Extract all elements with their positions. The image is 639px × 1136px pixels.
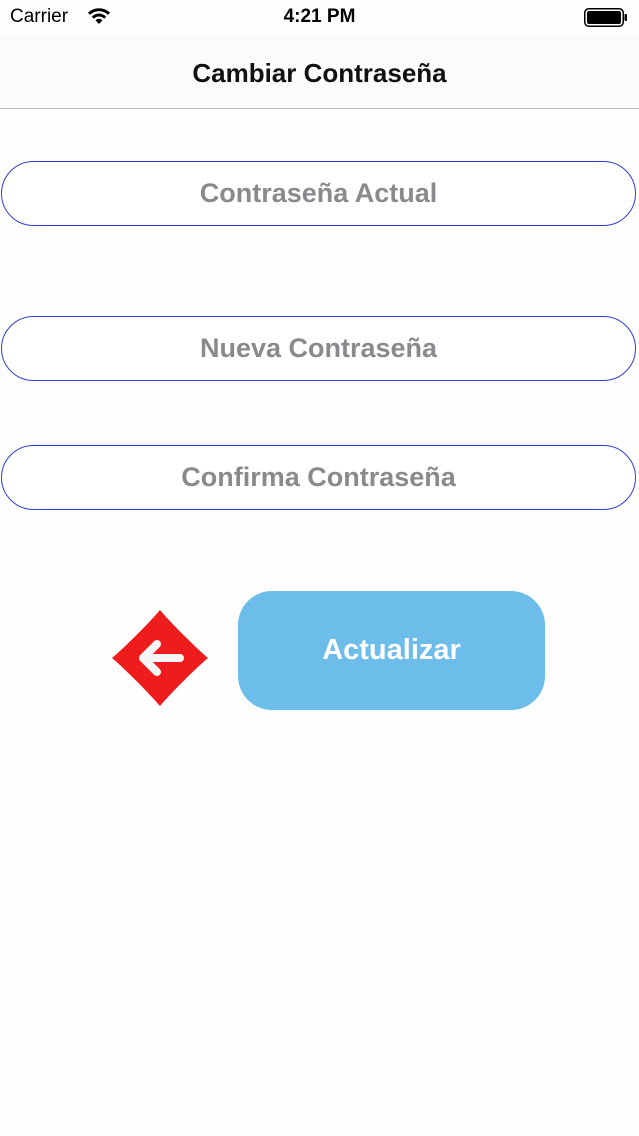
change-password-screen: Carrier 4:21 PM Cambiar Contraseña Actua…	[0, 0, 639, 1136]
back-button[interactable]	[110, 608, 210, 708]
battery-icon	[584, 8, 627, 27]
new-password-input[interactable]	[31, 332, 606, 365]
page-title: Cambiar Contraseña	[192, 58, 447, 88]
status-time: 4:21 PM	[283, 6, 356, 27]
current-password-input[interactable]	[31, 177, 606, 210]
confirm-password-field[interactable]	[1, 445, 636, 510]
navigation-bar: Cambiar Contraseña	[0, 36, 639, 109]
confirm-password-input[interactable]	[31, 461, 606, 494]
back-arrow-icon	[112, 610, 208, 706]
current-password-field[interactable]	[1, 161, 636, 226]
update-button[interactable]: Actualizar	[238, 591, 545, 710]
new-password-field[interactable]	[1, 316, 636, 381]
status-bar: Carrier 4:21 PM	[0, 0, 639, 36]
